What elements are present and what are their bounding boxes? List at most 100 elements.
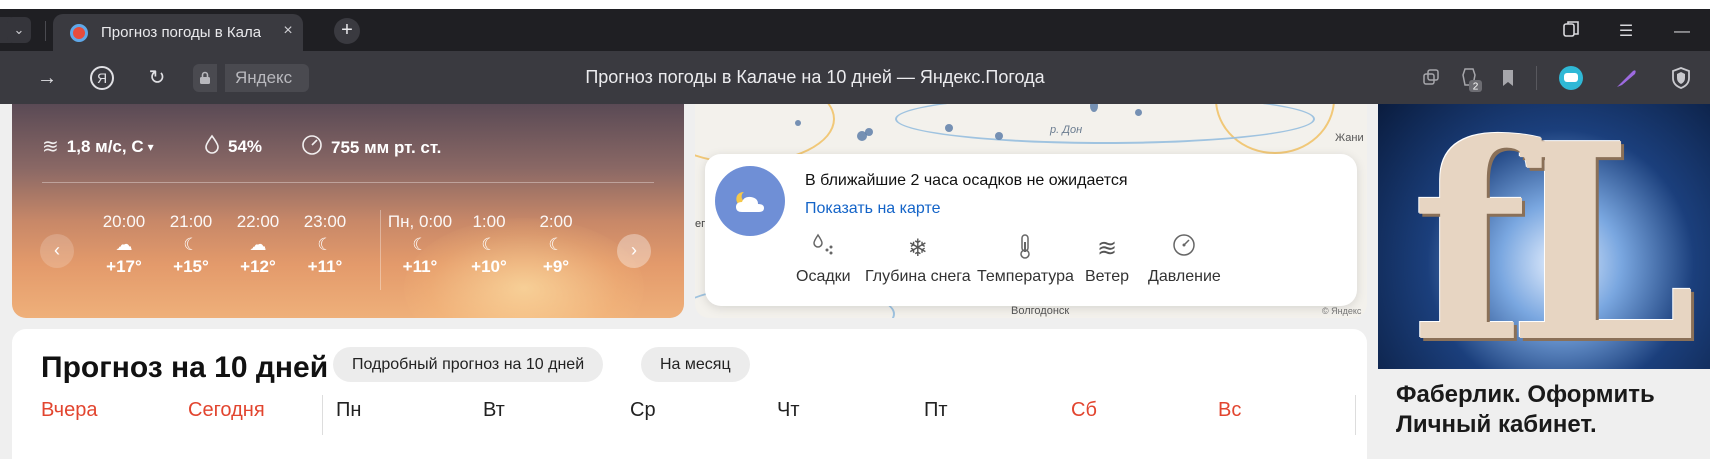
tab-list-dropdown[interactable]: ⌄ (7, 17, 31, 43)
wind-condition: ≋ 1,8 м/с, С ▾ (42, 134, 154, 159)
pressure-value: 755 мм рт. ст. (331, 138, 442, 157)
layer-label: Осадки (796, 268, 851, 285)
current-weather-card: ≋ 1,8 м/с, С ▾ 54% 755 мм рт. ст. ‹ › 20… (12, 104, 684, 318)
partly-cloudy-night-icon: ☁ (115, 235, 133, 254)
hour-time: 22:00 (236, 212, 280, 231)
map-precip-blob (1135, 109, 1142, 116)
layer-temperature[interactable]: Температура (977, 232, 1074, 286)
moon-icon: ☾ (481, 235, 497, 254)
minimize-icon[interactable]: — (1670, 20, 1694, 44)
lock-icon[interactable] (193, 64, 217, 92)
hour-time: 20:00 (102, 212, 146, 231)
hour-temp: +12° (240, 257, 276, 276)
day-tab-mon[interactable]: Пн (336, 399, 361, 422)
copy-link-icon[interactable] (1418, 65, 1444, 91)
moon-icon: ☾ (183, 235, 199, 254)
ad-logo: fL (1411, 104, 1697, 369)
hour-temp: +17° (106, 257, 142, 276)
hour-item: 23:00 ☾ +11° (295, 212, 355, 277)
map-precip-blob (795, 120, 801, 126)
day-tab-sun[interactable]: Вс (1218, 399, 1241, 422)
day-tab-thu[interactable]: Чт (777, 399, 800, 422)
moon-icon: ☾ (412, 235, 428, 254)
detailed-forecast-button[interactable]: Подробный прогноз на 10 дней (333, 347, 604, 382)
tab-title: Прогноз погоды в Калаче на 10 дней — Янд… (101, 24, 261, 41)
map-precip-blob (995, 132, 1003, 140)
hour-time: 2:00 (539, 212, 573, 231)
layer-precipitation[interactable]: Осадки (796, 232, 851, 286)
precipitation-map[interactable]: р. Дон Жани еп Волгодонск © Яндекс В бли… (695, 104, 1367, 318)
bookmark-icon[interactable] (1495, 65, 1521, 91)
active-tab[interactable]: Прогноз погоды в Калаче на 10 дней — Янд… (53, 14, 303, 51)
feather-extension-icon[interactable] (1613, 65, 1639, 91)
tab-close-icon[interactable]: × (278, 21, 298, 41)
day-tab-tue[interactable]: Вт (483, 399, 505, 422)
hour-temp: +10° (471, 257, 507, 276)
month-forecast-button[interactable]: На месяц (641, 347, 750, 382)
snowflake-icon: ❄ (907, 235, 928, 262)
partly-cloudy-night-icon: ☁ (249, 235, 267, 254)
map-copyright: © Яндекс (1322, 306, 1362, 316)
yandex-button-icon[interactable]: Я (90, 66, 114, 90)
forecast-section: Прогноз на 10 дней Подробный прогноз на … (12, 329, 1367, 459)
show-on-map-link[interactable]: Показать на карте (805, 200, 940, 218)
address-bar: → Я ↻ Яндекс Прогноз погоды в Калаче на … (0, 51, 1710, 104)
hourly-prev-button[interactable]: ‹ (40, 234, 74, 268)
humidity-value: 54% (228, 137, 263, 156)
security-shield-icon[interactable] (1668, 65, 1694, 91)
day-tab-today[interactable]: Сегодня (188, 399, 265, 422)
layer-label: Давление (1148, 268, 1221, 285)
hour-temp: +11° (402, 257, 438, 276)
forward-icon[interactable]: → (33, 64, 61, 92)
map-precip-blob (865, 128, 873, 136)
page-content: ≋ 1,8 м/с, С ▾ 54% 755 мм рт. ст. ‹ › 20… (0, 104, 1710, 459)
hero-divider (42, 182, 654, 183)
forecast-title: Прогноз на 10 дней (41, 351, 329, 384)
new-tab-button[interactable]: + (334, 18, 360, 44)
day-tab-fri[interactable]: Пт (924, 399, 948, 422)
hour-temp: +11° (307, 257, 343, 276)
address-page-title[interactable]: Прогноз погоды в Калаче на 10 дней — Янд… (500, 67, 1130, 88)
layer-label: Ветер (1085, 268, 1129, 285)
layer-wind[interactable]: ≋ Ветер (1085, 232, 1129, 286)
nowcast-message: В ближайшие 2 часа осадков не ожидается (805, 172, 1128, 189)
pressure-condition: 755 мм рт. ст. (301, 134, 441, 162)
moon-icon: ☾ (548, 235, 564, 254)
layer-label: Температура (977, 268, 1074, 285)
day-tab-yesterday[interactable]: Вчера (41, 399, 97, 422)
map-precip-blob (945, 124, 953, 132)
tab-favicon-icon (70, 24, 88, 42)
humidity-condition: 54% (204, 134, 262, 160)
tab-bar: ⌄ Прогноз погоды в Калаче на 10 дней — Я… (0, 9, 1710, 51)
hour-time: 1:00 (472, 212, 506, 231)
precipitation-icon (796, 232, 851, 266)
nowcast-popup: В ближайшие 2 часа осадков не ожидается … (705, 154, 1357, 306)
protect-shield-icon[interactable]: 2 (1456, 65, 1482, 93)
day-tab-sat[interactable]: Сб (1071, 399, 1097, 422)
day-tab-wed[interactable]: Ср (630, 399, 656, 422)
reload-icon[interactable]: ↻ (143, 64, 171, 92)
address-domain[interactable]: Яндекс (225, 64, 309, 92)
toolbar-separator (1536, 66, 1537, 90)
layer-pressure[interactable]: Давление (1148, 232, 1221, 286)
pressure-gauge-icon (1148, 232, 1221, 266)
layer-label: Глубина снега (865, 268, 971, 285)
map-label-city: Жани (1335, 132, 1364, 144)
shield-badge-count: 2 (1473, 82, 1479, 93)
hour-time: 21:00 (169, 212, 213, 231)
menu-icon[interactable]: ☰ (1614, 20, 1638, 44)
days-divider (1355, 395, 1356, 435)
layer-snow-depth[interactable]: ❄ Глубина снега (865, 232, 971, 286)
hourly-next-button[interactable]: › (617, 234, 651, 268)
hour-temp: +15° (173, 257, 209, 276)
ad-banner-image[interactable]: fL (1378, 104, 1710, 369)
messenger-extension-icon[interactable] (1558, 65, 1584, 91)
wind-value: 1,8 м/с, С (66, 136, 144, 156)
hour-item: 20:00 ☁ +17° (94, 212, 154, 277)
collections-icon[interactable] (1559, 20, 1583, 44)
hour-temp: +9° (542, 257, 570, 276)
ad-headline[interactable]: Фаберлик. Оформить Личный кабинет. (1396, 380, 1696, 440)
map-label-volgodonsk: Волгодонск (1011, 305, 1070, 317)
days-divider (322, 395, 323, 435)
wind-caret-icon[interactable]: ▾ (148, 140, 154, 154)
